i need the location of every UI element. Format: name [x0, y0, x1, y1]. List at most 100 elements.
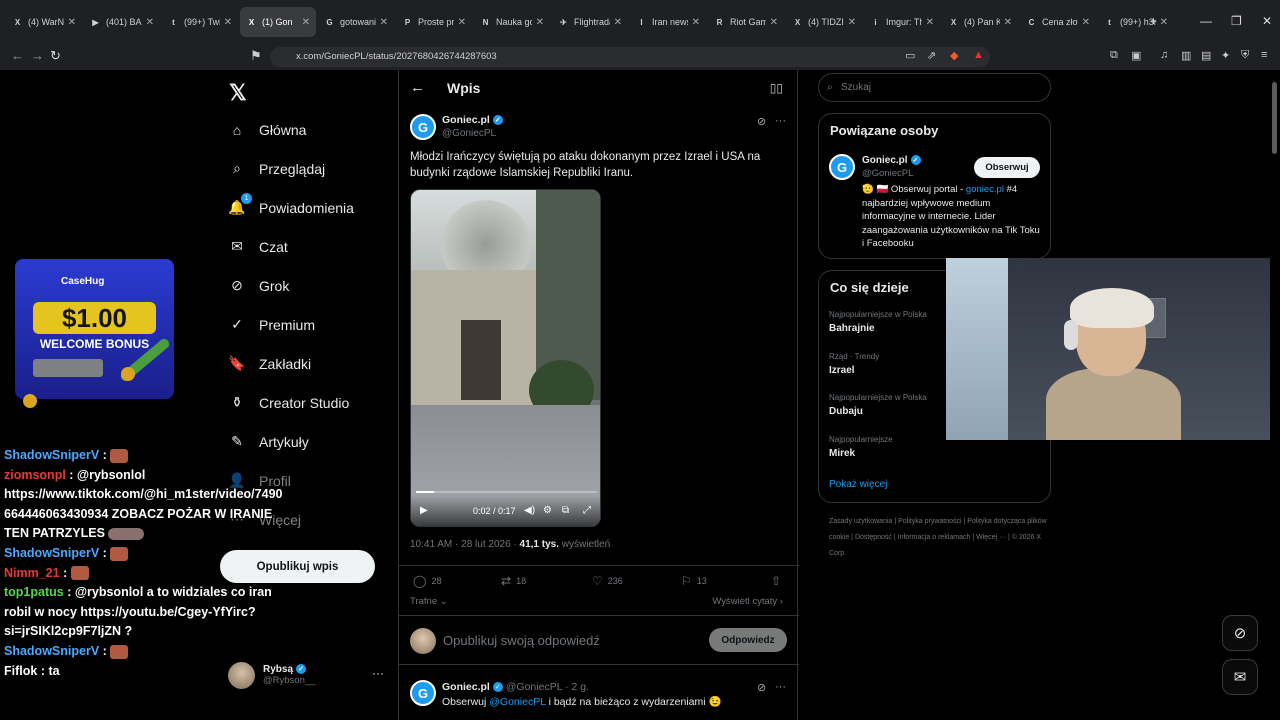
- video-progress-bar[interactable]: [416, 491, 597, 493]
- reply-submit-button[interactable]: Odpowiedz: [709, 628, 787, 652]
- show-more-link[interactable]: Pokaż więcej: [829, 479, 887, 490]
- browser-tab[interactable]: Ggotowanie c ✕: [318, 7, 394, 37]
- reply-author-avatar[interactable]: G: [410, 680, 436, 706]
- tab-close-icon[interactable]: ✕: [1004, 17, 1012, 28]
- post-more-icon[interactable]: ···: [775, 115, 786, 127]
- publish-post-button[interactable]: Opublikuj wpis: [220, 550, 375, 583]
- sidebar-item-mail[interactable]: ✉ Czat: [228, 227, 388, 266]
- settings-icon[interactable]: ⚙: [543, 505, 552, 516]
- footer-link[interactable]: Polityka prywatności: [898, 518, 961, 525]
- search-input[interactable]: ⌕ Szukaj: [818, 73, 1051, 102]
- tab-close-icon[interactable]: ✕: [458, 17, 466, 28]
- share-button[interactable]: ⇧: [771, 574, 786, 588]
- grok-explain-icon[interactable]: ⊘: [757, 115, 766, 128]
- trend-name[interactable]: Izrael: [829, 365, 855, 376]
- browser-tab[interactable]: ✈ Flightradar2 ✕: [552, 7, 628, 37]
- browser-tab[interactable]: X (1) Gon ✕: [240, 7, 316, 37]
- scrollbar[interactable]: [1272, 82, 1277, 154]
- browser-tab[interactable]: C Cena złota ✕: [1020, 7, 1096, 37]
- leo-icon[interactable]: ✦: [1221, 49, 1230, 62]
- sidebar-item-article[interactable]: ✎ Artykuły: [228, 422, 388, 461]
- sidebar-item-creator[interactable]: ⚱ Creator Studio: [228, 383, 388, 422]
- bookmark-page-icon[interactable]: ⚑: [250, 48, 262, 64]
- sidebar-item-search[interactable]: ⌕ Przeglądaj: [228, 149, 388, 188]
- reload-icon[interactable]: ↻: [50, 48, 61, 64]
- volume-icon[interactable]: ◀): [524, 505, 535, 516]
- trend-name[interactable]: Mirek: [829, 448, 855, 459]
- menu-icon[interactable]: ≡: [1261, 49, 1267, 61]
- sidebar-item-home[interactable]: ⌂ Główna: [228, 110, 388, 149]
- browser-tab[interactable]: R Riot Games ✕: [708, 7, 784, 37]
- tab-close-icon[interactable]: ✕: [536, 17, 544, 28]
- author-handle[interactable]: @GoniecPL: [442, 128, 496, 139]
- vpn-icon[interactable]: ⛨: [1241, 49, 1249, 62]
- view-quotes-link[interactable]: Wyświetl cytaty ›: [712, 596, 783, 607]
- media-icon[interactable]: ♫: [1160, 49, 1168, 61]
- bookmark-button[interactable]: ⚐ 13: [681, 574, 707, 588]
- repost-button[interactable]: ⇄ 18: [501, 574, 526, 588]
- footer-link[interactable]: Zasady użytkowania: [829, 518, 892, 525]
- reader-mode-icon[interactable]: ▯▯: [770, 81, 783, 95]
- related-avatar[interactable]: G: [829, 154, 855, 180]
- reply-button[interactable]: ◯ 28: [413, 574, 441, 588]
- forward-nav-icon[interactable]: →: [31, 48, 44, 63]
- share-icon[interactable]: ⇗: [927, 49, 936, 62]
- trend-name[interactable]: Dubaju: [829, 406, 863, 417]
- post-video[interactable]: ▶ 0:02 / 0:17 ◀) ⚙ ⧉ ⤢: [410, 189, 601, 527]
- footer-link[interactable]: Informacja o reklamach: [898, 534, 971, 541]
- bio-link[interactable]: goniec.pl: [966, 184, 1004, 195]
- messages-float-icon[interactable]: ✉: [1222, 659, 1258, 695]
- close-window-icon[interactable]: ✕: [1262, 14, 1272, 28]
- reply-input[interactable]: Opublikuj swoją odpowiedź: [443, 633, 600, 648]
- like-button[interactable]: ♡ 236: [592, 574, 623, 588]
- tab-close-icon[interactable]: ✕: [1160, 17, 1168, 28]
- browser-tab[interactable]: t(99+) h3rkc✕: [1098, 7, 1174, 37]
- follow-button[interactable]: Obserwuj: [974, 157, 1040, 178]
- back-nav-icon[interactable]: ←: [11, 48, 24, 63]
- sidebar-item-bell[interactable]: 🔔 1 Powiadomienia: [228, 188, 388, 227]
- browser-tab[interactable]: X (4) TIDZIMI ✕: [786, 7, 862, 37]
- browser-tab[interactable]: I Iran news o ✕: [630, 7, 706, 37]
- x-logo-icon[interactable]: 𝕏: [229, 80, 247, 106]
- url-input[interactable]: x.com/GoniecPL/status/202768042674428760…: [270, 47, 990, 67]
- author-name[interactable]: Goniec.pl ✓: [442, 114, 503, 126]
- brave-shield-icon[interactable]: ◆: [950, 49, 958, 62]
- browser-tab[interactable]: t (99+) Twitch ✕: [162, 7, 238, 37]
- related-handle[interactable]: @GoniecPL: [862, 168, 913, 179]
- new-tab-icon[interactable]: +: [1150, 14, 1157, 28]
- author-avatar[interactable]: G: [410, 114, 436, 140]
- pip-icon[interactable]: ⧉: [562, 505, 569, 516]
- account-switcher[interactable]: Rybsą ✓ @Rybson__ ···: [228, 660, 388, 690]
- tab-close-icon[interactable]: ✕: [848, 17, 856, 28]
- tab-close-icon[interactable]: ✕: [146, 17, 154, 28]
- tab-close-icon[interactable]: ✕: [614, 17, 622, 28]
- tab-close-icon[interactable]: ✕: [692, 17, 700, 28]
- account-more-icon[interactable]: ···: [372, 666, 384, 680]
- footer-link[interactable]: Dostępność: [855, 534, 892, 541]
- trend-name[interactable]: Bahrajnie: [829, 323, 875, 334]
- tab-close-icon[interactable]: ✕: [380, 17, 388, 28]
- sidebar-toggle-icon[interactable]: ▥: [1181, 49, 1191, 62]
- grok-float-icon[interactable]: ⊘: [1222, 615, 1258, 651]
- brave-rewards-icon[interactable]: ▲: [973, 49, 984, 61]
- browser-tab[interactable]: ▶ (401) BAN P ✕: [84, 7, 160, 37]
- maximize-icon[interactable]: ❐: [1231, 14, 1242, 28]
- reply-author[interactable]: Goniec.pl ✓ @GoniecPL · 2 g.: [442, 681, 589, 693]
- tab-close-icon[interactable]: ✕: [302, 17, 310, 28]
- mention-link[interactable]: @GoniecPL: [489, 696, 545, 708]
- browser-tab[interactable]: X (4) Pan Klek ✕: [942, 7, 1018, 37]
- grok-explain-icon[interactable]: ⊘: [757, 681, 766, 694]
- tab-close-icon[interactable]: ✕: [68, 17, 76, 28]
- wallet-icon[interactable]: ▤: [1201, 49, 1211, 62]
- tab-close-icon[interactable]: ✕: [770, 17, 778, 28]
- tab-close-icon[interactable]: ✕: [1082, 17, 1090, 28]
- footer-link[interactable]: Więcej ···: [976, 534, 1006, 541]
- tab-close-icon[interactable]: ✕: [926, 17, 934, 28]
- reply-sort-dropdown[interactable]: Trafne ⌄: [410, 596, 448, 607]
- sidebar-item-grok[interactable]: ⊘ Grok: [228, 266, 388, 305]
- back-arrow-icon[interactable]: ←: [410, 79, 425, 96]
- tab-close-icon[interactable]: ✕: [224, 17, 232, 28]
- related-name[interactable]: Goniec.pl ✓: [862, 155, 921, 166]
- minimize-icon[interactable]: —: [1200, 14, 1212, 28]
- tab-search-icon[interactable]: ▣: [1131, 49, 1141, 62]
